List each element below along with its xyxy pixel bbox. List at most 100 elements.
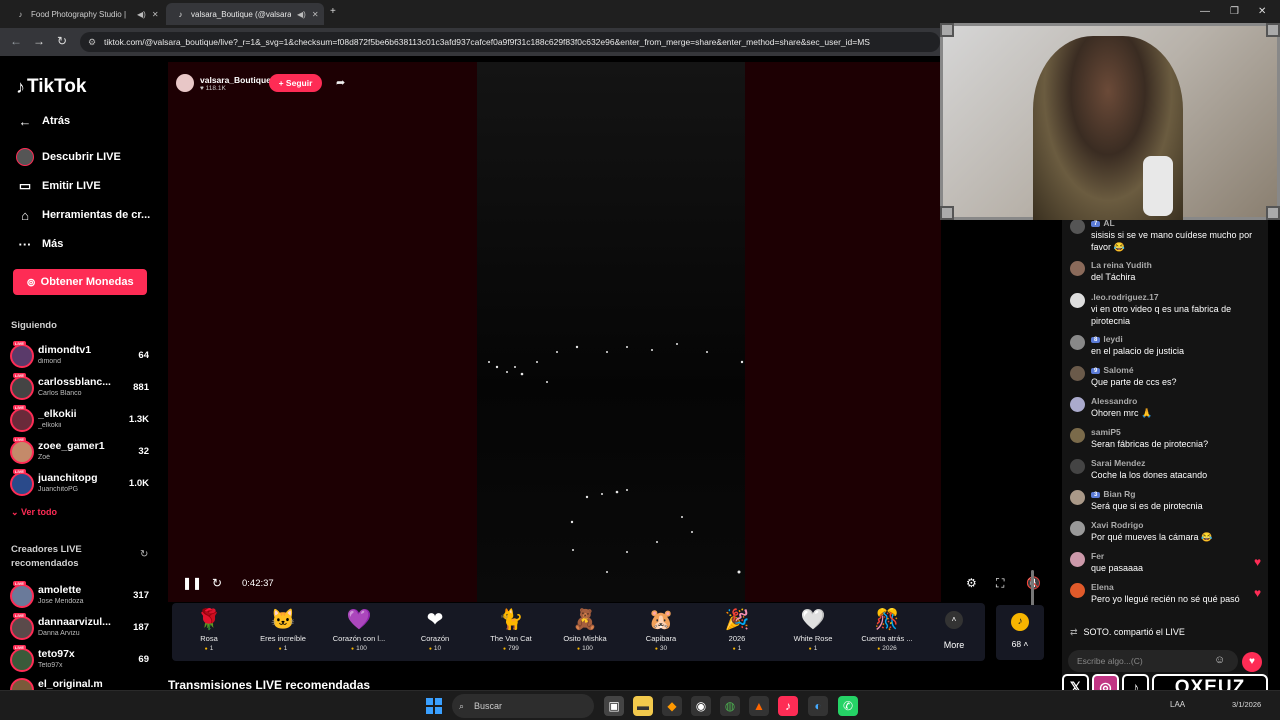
minimize-icon[interactable]: — [1200,6,1210,17]
speaker-icon[interactable]: ◀) [297,10,306,19]
host-info[interactable]: valsara_Boutique ♥ 118.1K [176,74,271,92]
live-badge: LIVE [13,405,26,410]
avatar[interactable] [1070,366,1085,381]
tab-close-icon[interactable]: ✕ [152,10,159,19]
avatar[interactable] [1070,583,1085,598]
follow-button[interactable]: + Seguir [269,74,322,92]
gift-item[interactable]: 🤍 White Rose 1 [776,606,850,660]
speaker-icon[interactable]: ◀) [137,10,146,19]
avatar[interactable] [1070,397,1085,412]
app-icon[interactable]: ◆ [662,696,682,716]
coin-balance-button[interactable]: ♪ 68 ˄ [996,605,1044,660]
avatar[interactable] [1070,293,1085,308]
tiktok-logo[interactable]: ♪ TikTok [16,76,86,98]
gift-item[interactable]: 🐱 Eres increíble 1 [246,606,320,660]
back-link[interactable]: ← Atrás [14,112,71,130]
gift-item[interactable]: 🌹 Rosa 1 [172,606,246,660]
file-explorer-icon[interactable]: ▬ [633,696,653,716]
following-item[interactable]: LIVE dimondtv1 dimond 64 [10,341,155,370]
app-icon[interactable]: ◐ [808,696,828,716]
gift-name: White Rose [793,634,833,643]
gift-item[interactable]: ❤ Corazón 10 [398,606,472,660]
tab-valsara-boutique[interactable]: ♪ valsara_Boutique (@valsara ◀) ✕ [166,3,324,25]
settings-gear-icon[interactable]: ⚙ [966,576,977,590]
chat-user[interactable]: Elena [1091,582,1114,592]
nav-go-live[interactable]: ▭ Emitir LIVE [14,177,101,195]
chat-user[interactable]: Alessandro [1091,396,1137,406]
avatar[interactable] [1070,521,1085,536]
avatar[interactable] [1070,428,1085,443]
tiktok-app-icon[interactable]: ♪ [778,696,798,716]
recommended-item[interactable]: LIVE dannaarvizul... Danna Arvizu 187 [10,613,155,642]
more-gifts-button[interactable]: ˄ More [939,611,969,650]
reload-icon[interactable]: ↻ [57,34,67,48]
chat-user[interactable]: Fer [1091,551,1104,561]
chrome-icon[interactable]: ◍ [720,696,740,716]
share-icon[interactable]: ➦ [336,76,345,89]
refresh-icon[interactable]: ↻ [212,576,222,590]
avatar[interactable] [1070,219,1085,234]
site-info-icon[interactable]: ⚙ [88,32,96,52]
chat-user[interactable]: 9 Salomé [1091,365,1134,375]
avatar[interactable] [1070,261,1085,276]
windows-start-icon[interactable] [426,698,442,714]
forward-arrow-icon[interactable]: → [33,34,45,48]
video-frame[interactable] [477,62,745,602]
live-stream-player[interactable]: valsara_Boutique ♥ 118.1K + Seguir ➦ ❚❚ … [168,62,1041,626]
avatar[interactable] [1070,490,1085,505]
host-avatar[interactable] [176,74,194,92]
clock-date[interactable]: 3/1/2026 [1232,700,1261,709]
chat-input[interactable]: Escribe algo...(C) [1068,650,1238,672]
new-tab-button[interactable]: + [330,6,336,17]
nav-more[interactable]: ··· Más [14,235,64,253]
url-text: tiktok.com/@valsara_boutique/live?_r=1&_… [104,37,870,47]
chat-user[interactable]: 8 leydi [1091,334,1123,344]
task-view-icon[interactable]: ▣ [604,696,624,716]
chat-user[interactable]: Xavi Rodrigo [1091,520,1143,530]
tab-food-photography[interactable]: ♪ Food Photography Studio | ◀) ✕ [6,3,166,25]
taskbar-search[interactable]: ⌕ Buscar [452,694,594,718]
gift-item[interactable]: 🐈 The Van Cat 799 [474,606,548,660]
like-heart-button[interactable]: ♥ [1242,652,1262,672]
url-input[interactable]: ⚙ tiktok.com/@valsara_boutique/live?_r=1… [80,32,940,52]
pause-icon[interactable]: ❚❚ [182,576,202,590]
refresh-icon[interactable]: ↻ [140,549,148,560]
gift-item[interactable]: 🎊 Cuenta atrás ... 2026 [850,606,924,660]
avatar[interactable] [1070,552,1085,567]
close-window-icon[interactable]: ✕ [1258,6,1266,17]
nav-discover-live[interactable]: Descubrir LIVE [14,148,121,166]
gift-item[interactable]: 🎉 2026 1 [700,606,774,660]
restore-icon[interactable]: ❐ [1230,6,1239,17]
chat-message: .leo.rodriguez.17 vi en otro video q es u… [1070,292,1264,326]
username: zoee_gamer1 [38,440,105,452]
emoji-icon[interactable]: ☺ [1214,654,1225,666]
following-item[interactable]: LIVE carlossblanc... Carlos Blanco 881 [10,373,155,402]
app-icon[interactable]: ▲ [749,696,769,716]
app-icon[interactable]: ◉ [691,696,711,716]
tab-close-icon[interactable]: ✕ [312,10,319,19]
back-arrow-icon[interactable]: ← [10,34,22,48]
chat-user[interactable]: .leo.rodriguez.17 [1091,292,1159,302]
whatsapp-icon[interactable]: ✆ [838,696,858,716]
chat-user[interactable]: 3 Bian Rg [1091,489,1135,499]
gift-item[interactable]: 🐹 Capibara 30 [624,606,698,660]
nav-creator-tools[interactable]: ⌂ Herramientas de cr... [14,206,150,224]
chat-user[interactable]: La reina Yudith [1091,260,1152,270]
gift-item[interactable]: 💜 Corazón con l... 100 [322,606,396,660]
fullscreen-icon[interactable]: ⛶ [996,576,1004,591]
avatar[interactable] [1070,335,1085,350]
gift-item[interactable]: 🧸 Osito Mishka 100 [548,606,622,660]
recommended-item[interactable]: el_original.m [10,676,155,690]
see-all-link[interactable]: ⌄ Ver todo [11,507,57,518]
following-item[interactable]: LIVE juanchitopg JuanchitoPG 1.0K [10,469,155,498]
recommended-item[interactable]: LIVE amolette Jose Mendoza 317 [10,581,155,610]
following-item[interactable]: LIVE zoee_gamer1 Zoé 32 [10,437,155,466]
level-badge: 9 [1091,368,1101,374]
following-item[interactable]: LIVE _elkokii _elkokii 1.3K [10,405,155,434]
tray-language[interactable]: LAA [1170,700,1185,709]
avatar[interactable] [1070,459,1085,474]
chat-user[interactable]: samiP5 [1091,427,1121,437]
get-coins-button[interactable]: ⊚ Obtener Monedas [13,269,147,295]
chat-user[interactable]: Sarai Mendez [1091,458,1145,468]
recommended-item[interactable]: LIVE teto97x Teto97x 69 [10,645,155,674]
